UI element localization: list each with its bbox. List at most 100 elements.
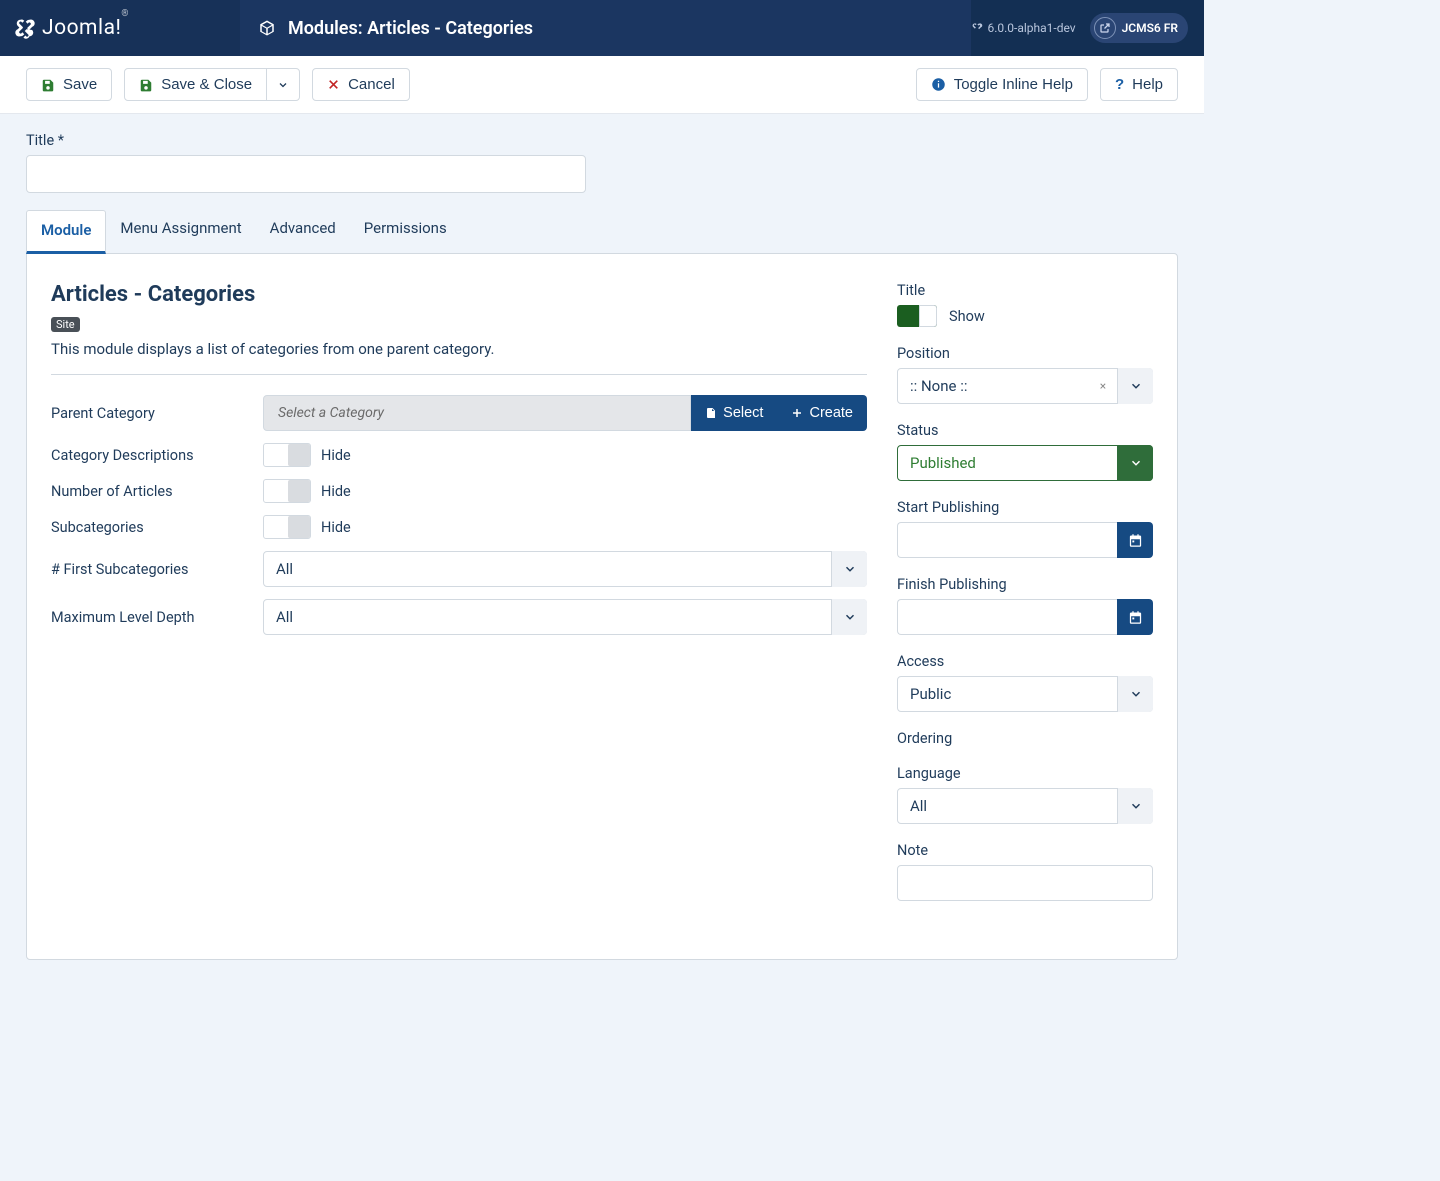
row-parent-category: Parent Category Select a Category Select… bbox=[51, 395, 867, 431]
tab-module[interactable]: Module bbox=[26, 210, 106, 254]
row-first-subcategories: # First Subcategories All bbox=[51, 551, 867, 587]
label-position: Position bbox=[897, 345, 1153, 362]
side-position: Position :: None :: × bbox=[897, 345, 1153, 404]
select-position[interactable]: :: None :: × bbox=[897, 368, 1153, 404]
toggle-state: Hide bbox=[321, 519, 351, 536]
toggle-inline-help-button[interactable]: Toggle Inline Help bbox=[916, 68, 1088, 101]
cube-icon bbox=[258, 19, 276, 37]
module-card: Articles - Categories Site This module d… bbox=[26, 253, 1178, 960]
tab-menu-assignment[interactable]: Menu Assignment bbox=[106, 209, 255, 253]
label-access: Access bbox=[897, 653, 1153, 670]
clear-position-icon[interactable]: × bbox=[1093, 368, 1113, 404]
input-start-publishing[interactable] bbox=[897, 522, 1117, 558]
input-finish-publishing[interactable] bbox=[897, 599, 1117, 635]
calendar-icon bbox=[1128, 533, 1143, 548]
title-label: Title * bbox=[26, 132, 1178, 149]
label-status: Status bbox=[897, 422, 1153, 439]
calendar-icon bbox=[1128, 610, 1143, 625]
module-description: This module displays a list of categorie… bbox=[51, 340, 867, 358]
brand-text: Joomla!® bbox=[42, 16, 129, 40]
label-finish-publishing: Finish Publishing bbox=[897, 576, 1153, 593]
chevron-down-icon bbox=[1117, 676, 1153, 712]
label-start-publishing: Start Publishing bbox=[897, 499, 1153, 516]
header-right: 6.0.0-alpha1-dev JCMS6 FR bbox=[971, 13, 1204, 43]
main-column: Articles - Categories Site This module d… bbox=[51, 282, 867, 919]
side-ordering: Ordering bbox=[897, 730, 1153, 747]
toggle-title-state: Show bbox=[949, 308, 985, 325]
chevron-down-icon bbox=[831, 551, 867, 587]
label-title-toggle: Title bbox=[897, 282, 1153, 299]
external-link-icon bbox=[1094, 17, 1116, 39]
side-start-publishing: Start Publishing bbox=[897, 499, 1153, 558]
label-ordering: Ordering bbox=[897, 730, 1153, 747]
chevron-down-icon bbox=[1117, 788, 1153, 824]
label-category-descriptions: Category Descriptions bbox=[51, 447, 251, 464]
help-button[interactable]: ? Help bbox=[1100, 68, 1178, 101]
module-heading: Articles - Categories bbox=[51, 282, 867, 307]
plus-icon bbox=[791, 407, 803, 419]
title-input[interactable] bbox=[26, 155, 586, 193]
close-icon bbox=[327, 78, 340, 91]
calendar-button-start[interactable] bbox=[1117, 522, 1153, 558]
tab-permissions[interactable]: Permissions bbox=[350, 209, 461, 253]
site-badge: Site bbox=[51, 317, 80, 332]
divider bbox=[51, 374, 867, 375]
create-category-button[interactable]: Create bbox=[777, 395, 867, 431]
toggle-category-descriptions[interactable] bbox=[263, 443, 311, 467]
side-status: Status Published bbox=[897, 422, 1153, 481]
floppy-icon bbox=[139, 78, 153, 92]
label-parent-category: Parent Category bbox=[51, 405, 251, 422]
label-subcategories: Subcategories bbox=[51, 519, 251, 536]
toolbar: Save Save & Close Cancel Toggle Inline H… bbox=[0, 56, 1204, 114]
page-title: Modules: Articles - Categories bbox=[288, 18, 533, 39]
select-status[interactable]: Published bbox=[897, 445, 1153, 481]
version-label[interactable]: 6.0.0-alpha1-dev bbox=[971, 21, 1075, 35]
save-close-group: Save & Close bbox=[124, 68, 300, 101]
save-dropdown-button[interactable] bbox=[266, 68, 300, 101]
label-max-depth: Maximum Level Depth bbox=[51, 609, 251, 626]
row-category-descriptions: Category Descriptions Hide bbox=[51, 443, 867, 467]
question-icon: ? bbox=[1115, 77, 1124, 92]
calendar-button-finish[interactable] bbox=[1117, 599, 1153, 635]
joomla-mini-icon bbox=[971, 22, 983, 34]
select-max-depth[interactable]: All bbox=[263, 599, 867, 635]
parent-category-input[interactable]: Select a Category bbox=[263, 395, 691, 431]
select-first-subcategories[interactable]: All bbox=[263, 551, 867, 587]
row-subcategories: Subcategories Hide bbox=[51, 515, 867, 539]
select-category-button[interactable]: Select bbox=[691, 395, 777, 431]
side-finish-publishing: Finish Publishing bbox=[897, 576, 1153, 635]
label-language: Language bbox=[897, 765, 1153, 782]
toggle-state: Hide bbox=[321, 483, 351, 500]
info-circle-icon bbox=[931, 77, 946, 92]
tab-advanced[interactable]: Advanced bbox=[256, 209, 350, 253]
title-field-row: Title * bbox=[0, 114, 1204, 209]
side-column: Title Show Position :: None :: × Status … bbox=[897, 282, 1153, 919]
select-language[interactable]: All bbox=[897, 788, 1153, 824]
side-title: Title Show bbox=[897, 282, 1153, 327]
chevron-down-icon bbox=[1117, 368, 1153, 404]
user-menu[interactable]: JCMS6 FR bbox=[1090, 13, 1188, 43]
toggle-state: Hide bbox=[321, 447, 351, 464]
top-header: Joomla!® Modules: Articles - Categories … bbox=[0, 0, 1204, 56]
side-language: Language All bbox=[897, 765, 1153, 824]
toggle-number-articles[interactable] bbox=[263, 479, 311, 503]
tab-bar: Module Menu Assignment Advanced Permissi… bbox=[26, 209, 1178, 253]
page-header: Modules: Articles - Categories bbox=[240, 0, 971, 56]
label-number-articles: Number of Articles bbox=[51, 483, 251, 500]
label-first-subcategories: # First Subcategories bbox=[51, 561, 251, 578]
file-icon bbox=[705, 406, 717, 420]
floppy-icon bbox=[41, 78, 55, 92]
select-access[interactable]: Public bbox=[897, 676, 1153, 712]
input-note[interactable] bbox=[897, 865, 1153, 901]
label-note: Note bbox=[897, 842, 1153, 859]
toggle-title[interactable] bbox=[897, 305, 937, 327]
brand-area[interactable]: Joomla!® bbox=[0, 0, 240, 56]
joomla-logo-icon bbox=[14, 17, 36, 39]
cancel-button[interactable]: Cancel bbox=[312, 68, 410, 101]
chevron-down-icon bbox=[277, 79, 289, 91]
toggle-subcategories[interactable] bbox=[263, 515, 311, 539]
save-button[interactable]: Save bbox=[26, 68, 112, 101]
chevron-down-icon bbox=[1117, 445, 1153, 481]
save-close-button[interactable]: Save & Close bbox=[124, 68, 267, 101]
side-access: Access Public bbox=[897, 653, 1153, 712]
